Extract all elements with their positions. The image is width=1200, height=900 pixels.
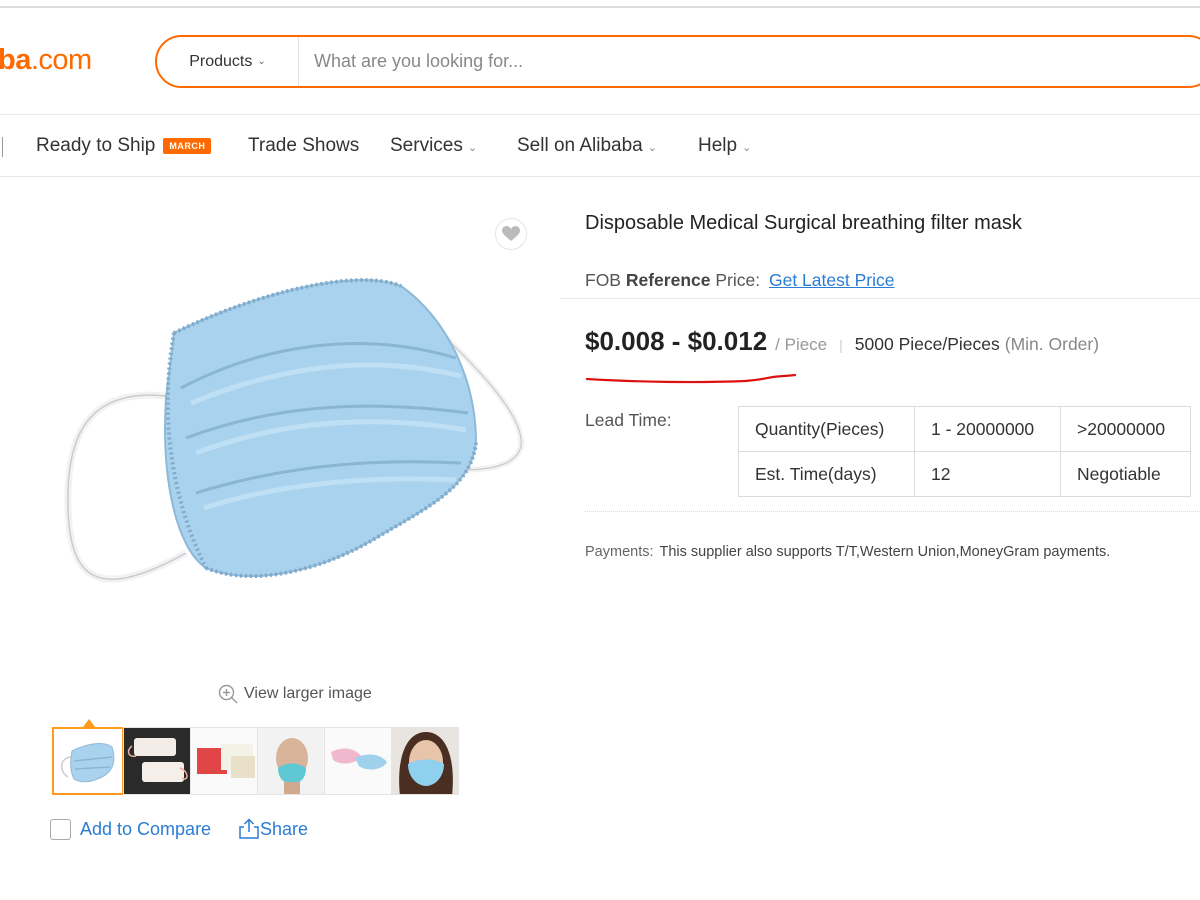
nav-services-label: Services (390, 135, 463, 156)
add-to-compare-label: Add to Compare (80, 819, 212, 839)
chevron-down-icon: ⌄ (647, 141, 657, 154)
view-larger-label: View larger image (244, 685, 372, 702)
price-unit: / Piece (775, 335, 828, 354)
price-row: $0.008 - $0.012 / Piece | 5000 Piece/Pie… (585, 326, 1099, 357)
chevron-down-icon: ⌄ (257, 56, 266, 67)
chevron-down-icon: ⌄ (467, 141, 478, 154)
favorite-heart-button[interactable] (495, 218, 527, 250)
red-underline-annotation (585, 373, 797, 384)
thumbnail-colored-masks[interactable] (190, 727, 258, 795)
heart-icon (502, 226, 520, 241)
dotted-divider (585, 511, 1200, 512)
nav-sell-on-alibaba[interactable]: Sell on Alibaba ⌄ (517, 135, 657, 157)
nav-trade-shows[interactable]: Trade Shows (248, 135, 359, 157)
nav-help-label: Help (698, 135, 738, 156)
min-order-note: (Min. Order) (1004, 334, 1100, 354)
table-cell: Negotiable (1060, 451, 1191, 497)
payments-text: This supplier also supports T/T,Western … (659, 544, 1111, 560)
table-cell: 12 (914, 451, 1061, 497)
nav-ready-to-ship[interactable]: Ready to Ship MARCH (36, 135, 212, 157)
table-row: Est. Time(days) 12 Negotiable (738, 451, 1191, 497)
divider (560, 298, 1200, 299)
table-cell: 1 - 20000000 (914, 406, 1061, 452)
table-cell: Quantity(Pieces) (738, 406, 915, 452)
search-input[interactable] (302, 43, 1182, 80)
nav-bar: Ready to Ship MARCH Trade Shows Services… (0, 114, 1200, 177)
nav-trade-shows-label: Trade Shows (248, 135, 360, 156)
thumbnail-mannequin-mask[interactable] (257, 727, 325, 795)
search-category-dropdown[interactable]: Products ⌄ (157, 37, 299, 86)
zoom-in-icon (218, 684, 238, 704)
nav-ready-to-ship-label: Ready to Ship (36, 135, 156, 156)
thumbnail-white-masks[interactable] (123, 727, 191, 795)
product-title: Disposable Medical Surgical breathing fi… (585, 212, 1022, 234)
nav-services[interactable]: Services ⌄ (390, 135, 477, 157)
thumbnail-pink-blue-masks[interactable] (324, 727, 392, 795)
chevron-down-icon: ⌄ (742, 141, 752, 154)
fob-prefix: FOB (585, 270, 621, 290)
nav-sell-label: Sell on Alibaba (517, 135, 643, 156)
thumbnail-strip (52, 727, 459, 795)
lead-time-label: Lead Time: (585, 410, 672, 430)
view-larger-image-link[interactable]: View larger image (218, 684, 372, 704)
thumbnail-active-indicator (83, 719, 95, 727)
get-latest-price-link[interactable]: Get Latest Price (769, 270, 894, 290)
share-label: Share (260, 818, 309, 839)
min-order-quantity: 5000 Piece/Pieces (854, 334, 1000, 354)
price-separator: | (839, 337, 843, 353)
thumbnail-blue-mask[interactable] (52, 727, 124, 795)
fob-price-row: FOB Reference Price: Get Latest Price (585, 270, 894, 291)
lead-time-table: Quantity(Pieces) 1 - 20000000 >20000000 … (738, 406, 1191, 497)
share-button[interactable]: Share (238, 818, 308, 840)
nav-separator (2, 137, 3, 157)
fob-reference: Reference (625, 270, 711, 290)
thumbnail-woman-mask[interactable] (391, 727, 459, 795)
top-border (0, 6, 1200, 8)
share-icon (239, 818, 259, 839)
fob-suffix: Price: (715, 270, 761, 290)
payments-label: Payments: (585, 544, 654, 560)
price-range: $0.008 - $0.012 (585, 326, 768, 356)
march-badge: MARCH (163, 138, 212, 154)
product-main-image[interactable] (56, 208, 540, 674)
alibaba-logo[interactable]: ba.com (0, 44, 92, 77)
search-bar: Products ⌄ (155, 35, 1200, 88)
search-category-label: Products (189, 52, 253, 70)
add-to-compare[interactable]: Add to Compare (50, 819, 211, 840)
payments-row: Payments: This supplier also supports T/T… (585, 544, 1110, 560)
table-row: Quantity(Pieces) 1 - 20000000 >20000000 (738, 406, 1191, 452)
table-cell: >20000000 (1060, 406, 1191, 452)
compare-checkbox[interactable] (50, 819, 71, 840)
nav-help[interactable]: Help ⌄ (698, 135, 751, 157)
table-cell: Est. Time(days) (738, 451, 915, 497)
